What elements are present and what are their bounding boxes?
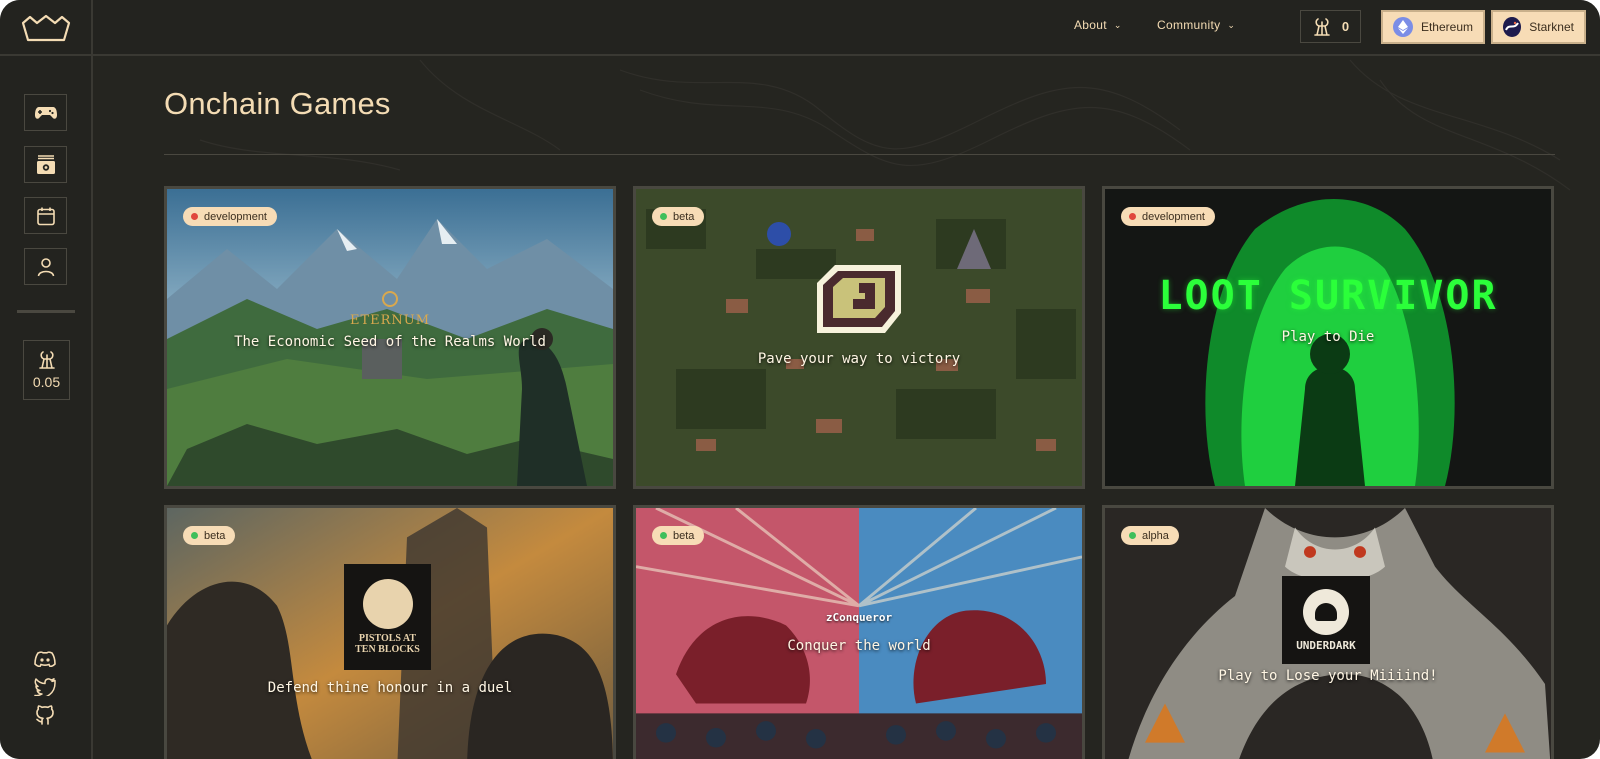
github-icon — [36, 705, 54, 725]
lords-price-value: 0.05 — [32, 374, 61, 390]
sidebar-item-assets[interactable] — [24, 146, 67, 183]
sidebar-item-account[interactable] — [24, 248, 67, 285]
status-label: beta — [673, 210, 695, 223]
status-dot — [191, 213, 198, 220]
eternum-logo: ETERNUM — [167, 291, 613, 328]
status-badge: beta — [652, 526, 705, 545]
github-link[interactable] — [34, 704, 56, 726]
realms-logo[interactable] — [0, 0, 93, 56]
status-label: alpha — [1142, 529, 1169, 542]
status-badge: development — [1121, 207, 1215, 226]
crossed-pistols-icon — [362, 579, 413, 629]
twitter-link[interactable] — [34, 676, 56, 698]
nav-about[interactable]: About ⌄ — [1074, 18, 1122, 32]
chest-icon — [36, 154, 55, 174]
discord-link[interactable] — [34, 648, 56, 670]
game-card-underdark[interactable]: UNDERDARK Play to Lose your Miiiind! alp… — [1102, 505, 1554, 759]
calendar-icon — [36, 207, 55, 225]
status-dot — [191, 532, 198, 539]
game-card-eternum[interactable]: ETERNUM The Economic Seed of the Realms … — [164, 186, 616, 489]
game-card-loot-survivor[interactable]: LOOT SURVIVOR Play to Die development — [1102, 186, 1554, 489]
eternum-tagline: The Economic Seed of the Realms World — [234, 334, 546, 350]
pixel-map-logo-icon — [817, 265, 901, 333]
ethereum-icon — [1393, 17, 1413, 37]
status-badge: development — [183, 207, 277, 226]
app-window: About ⌄ Community ⌄ 0 Ethereum Starknet — [0, 0, 1600, 759]
lords-icon — [1314, 17, 1330, 36]
status-badge: beta — [652, 207, 705, 226]
pistols-tagline: Defend thine honour in a duel — [267, 680, 513, 696]
nav-about-label: About — [1074, 18, 1107, 32]
page-title: Onchain Games — [164, 86, 391, 121]
underdark-logo-text: UNDERDARK — [1296, 638, 1356, 652]
nav-community[interactable]: Community ⌄ — [1157, 18, 1235, 32]
underdark-logo: UNDERDARK — [1282, 576, 1370, 664]
zconqueror-artwork — [636, 508, 1082, 759]
starknet-label: Starknet — [1529, 20, 1574, 34]
zconqueror-logo: zConqueror — [825, 611, 893, 624]
pistols-logo-text: PISTOLS AT TEN BLOCKS — [355, 633, 420, 655]
pixel-map-tagline: Pave your way to victory — [757, 351, 961, 367]
user-icon — [37, 257, 54, 276]
lords-price[interactable]: 0.05 — [23, 340, 70, 400]
game-card-pixel-map[interactable]: Pave your way to victory beta — [633, 186, 1085, 489]
twitter-icon — [34, 678, 56, 696]
ethereum-button[interactable]: Ethereum — [1381, 10, 1485, 44]
status-label: development — [1142, 210, 1205, 223]
lords-balance[interactable]: 0 — [1300, 10, 1361, 43]
sidebar-item-calendar[interactable] — [24, 197, 67, 234]
status-dot — [660, 213, 667, 220]
game-card-zconqueror[interactable]: zConqueror Conquer the world beta — [633, 505, 1085, 759]
sidebar-divider — [17, 310, 75, 313]
chevron-down-icon: ⌄ — [1227, 19, 1236, 30]
ethereum-label: Ethereum — [1420, 20, 1473, 34]
status-dot — [1129, 532, 1136, 539]
top-bar: About ⌄ Community ⌄ 0 Ethereum Starknet — [0, 0, 1600, 56]
starknet-icon — [1503, 17, 1522, 37]
status-label: beta — [673, 529, 695, 542]
ghost-icon — [1303, 588, 1349, 635]
sidebar: 0.05 — [0, 56, 93, 759]
loot-survivor-logo: LOOT SURVIVOR — [1158, 273, 1498, 319]
eternum-logo-text: ETERNUM — [349, 313, 431, 328]
lords-icon — [38, 351, 55, 369]
lords-balance-value: 0 — [1341, 19, 1350, 34]
gamepad-icon — [34, 106, 57, 119]
status-badge: alpha — [1121, 526, 1179, 545]
discord-icon — [34, 651, 56, 667]
status-label: beta — [204, 529, 226, 542]
status-dot — [660, 532, 667, 539]
pixel-map-logo — [636, 261, 1082, 341]
status-badge: beta — [183, 526, 236, 545]
game-card-pistols[interactable]: PISTOLS AT TEN BLOCKS Defend thine honou… — [164, 505, 616, 759]
title-divider — [164, 154, 1555, 155]
nav-community-label: Community — [1157, 18, 1221, 32]
sidebar-item-games[interactable] — [24, 94, 67, 131]
status-dot — [1129, 213, 1136, 220]
zconqueror-tagline: Conquer the world — [787, 638, 931, 654]
crown-logo-icon — [21, 14, 70, 42]
status-label: development — [204, 210, 267, 223]
starknet-button[interactable]: Starknet — [1491, 10, 1586, 44]
chevron-down-icon: ⌄ — [1113, 19, 1122, 30]
pistols-logo: PISTOLS AT TEN BLOCKS — [344, 564, 431, 670]
underdark-tagline: Play to Lose your Miiiind! — [1218, 668, 1438, 684]
loot-survivor-tagline: Play to Die — [1281, 329, 1375, 345]
